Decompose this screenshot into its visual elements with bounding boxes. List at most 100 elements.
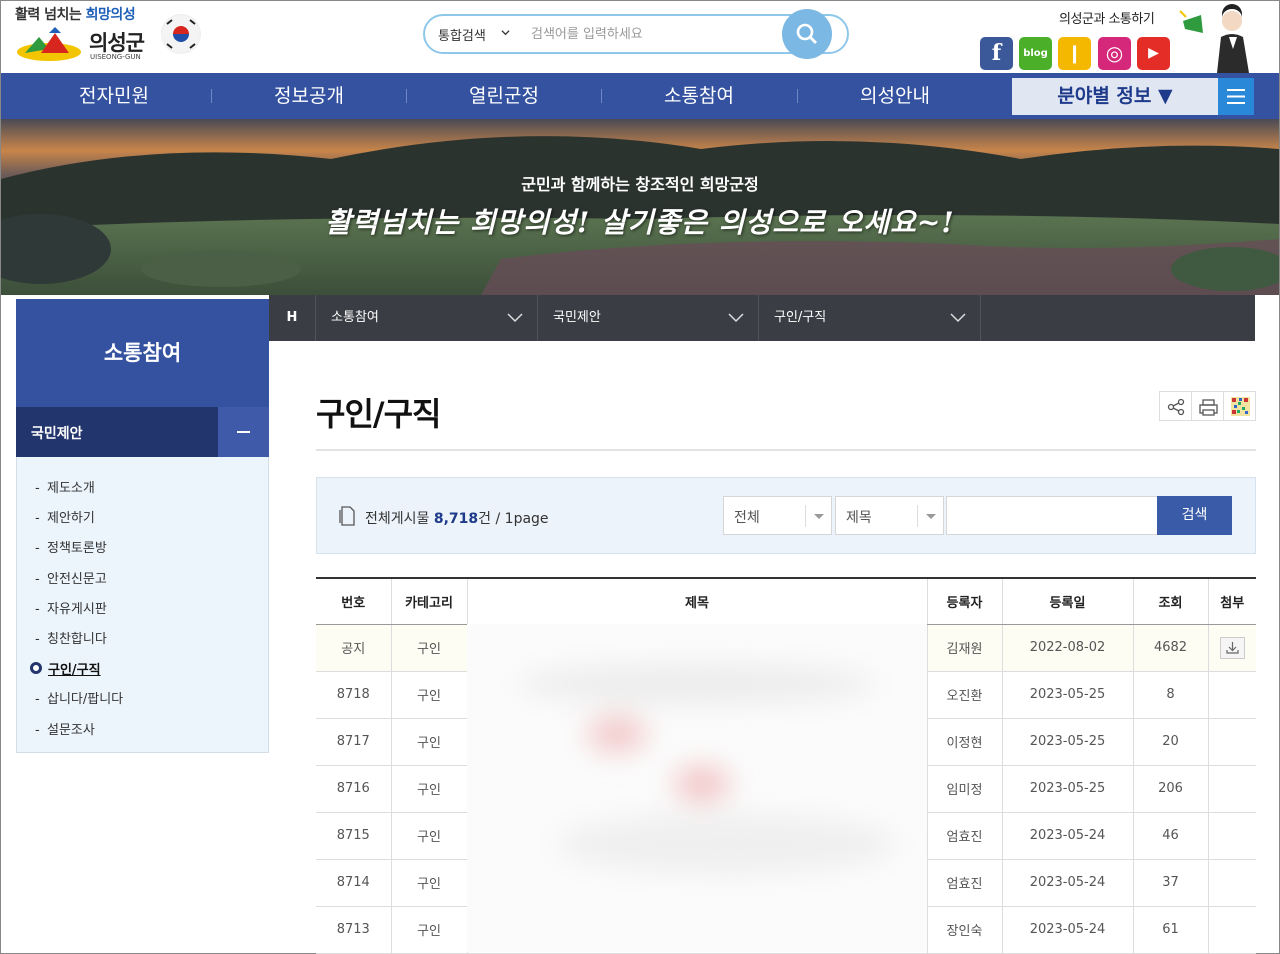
chevron-down-icon — [501, 30, 510, 36]
board-search-box: 전체게시물 8,718건 / 1page 전체 제목 검색 — [316, 477, 1256, 554]
lnb-section-toggle[interactable]: 국민제안 — [16, 407, 269, 457]
cell-number: 8718 — [316, 671, 391, 719]
search-button[interactable] — [782, 9, 832, 59]
main-navigation: 전자민원 정보공개 열린군정 소통참여 의성안내 분야별 정보 ▼ — [1, 73, 1279, 119]
gnb-open-administration[interactable]: 열린군정 — [406, 73, 602, 119]
cell-number: 8715 — [316, 812, 391, 860]
cell-category: 구인 — [390, 624, 467, 672]
site-header: 활력 넘치는 희망의성 의성군 UISEONG-GUN 통합검색 의성군과 소통… — [1, 1, 1279, 73]
column-date: 등록일 — [1001, 577, 1133, 625]
cell-category: 구인 — [390, 671, 467, 719]
location-depth1-select[interactable]: 소통참여 — [316, 295, 538, 341]
lnb-item-job-board[interactable]: 구인/구직 — [48, 659, 101, 678]
lnb-item-buy-sell[interactable]: - 삽니다/팝니다 — [35, 688, 123, 707]
cell-date: 2023-05-25 — [1001, 671, 1133, 719]
lnb-item-make-proposal[interactable]: - 제안하기 — [35, 507, 95, 526]
hamburger-icon — [1227, 89, 1245, 104]
total-label: 전체게시물 — [365, 511, 430, 527]
print-button[interactable] — [1191, 391, 1224, 421]
qr-code-button[interactable] — [1223, 391, 1256, 421]
dropdown-arrow-icon — [917, 505, 943, 527]
gnb-electronic-petition[interactable]: 전자민원 — [16, 73, 212, 119]
cell-date: 2023-05-24 — [1001, 812, 1133, 860]
site-logo[interactable]: 의성군 UISEONG-GUN — [15, 25, 155, 65]
cell-category: 구인 — [390, 906, 467, 954]
total-posts: 전체게시물 8,718건 / 1page — [365, 508, 549, 528]
location-depth3-label: 구인/구직 — [774, 310, 827, 325]
location-depth2-select[interactable]: 국민제안 — [538, 295, 759, 341]
blog-icon[interactable]: blog — [1019, 37, 1052, 70]
lnb-item-survey[interactable]: - 설문조사 — [35, 719, 95, 738]
cell-views: 20 — [1132, 718, 1208, 766]
cell-category: 구인 — [390, 812, 467, 860]
download-icon[interactable] — [1219, 636, 1245, 659]
cell-attachment — [1207, 906, 1256, 954]
youtube-icon[interactable]: ▶ — [1137, 37, 1170, 70]
column-number: 번호 — [316, 577, 391, 625]
cell-author: 임미정 — [926, 765, 1002, 813]
cell-date: 2023-05-24 — [1001, 906, 1133, 954]
share-icon — [1167, 398, 1185, 416]
scope-select-value: 전체 — [734, 510, 760, 526]
share-button[interactable] — [1159, 391, 1192, 421]
search-icon — [796, 23, 817, 44]
board-search-button[interactable]: 검색 — [1157, 496, 1232, 535]
logo-mark-icon — [17, 27, 81, 61]
kakaostory-icon[interactable]: ❙ — [1058, 37, 1091, 70]
active-bullet-icon — [30, 662, 42, 674]
hamburger-menu-button[interactable] — [1218, 78, 1254, 115]
banner-title: 활력넘치는 희망의성! 살기좋은 의성으로 오세요~! — [325, 206, 955, 239]
cell-views: 8 — [1132, 671, 1208, 719]
column-attachment: 첨부 — [1207, 577, 1256, 625]
scope-select[interactable]: 전체 — [723, 496, 832, 535]
lnb-item-system-intro[interactable]: - 제도소개 — [35, 477, 95, 496]
field-select[interactable]: 제목 — [835, 496, 944, 535]
cell-number: 8717 — [316, 718, 391, 766]
cell-attachment — [1207, 671, 1256, 719]
search-category-select[interactable]: 통합검색 — [438, 25, 486, 44]
integrated-search: 통합검색 — [423, 9, 849, 59]
cell-date: 2023-05-25 — [1001, 718, 1133, 766]
cell-attachment — [1207, 859, 1256, 907]
cell-attachment — [1207, 718, 1256, 766]
lnb-title: 소통참여 — [16, 299, 269, 407]
board-search-input[interactable] — [946, 496, 1158, 535]
communicate-label: 의성군과 소통하기 — [1059, 12, 1155, 27]
title-divider — [316, 449, 1256, 451]
instagram-icon[interactable]: ◎ — [1098, 37, 1131, 70]
lnb-section-label: 국민제안 — [31, 426, 83, 442]
home-link[interactable]: H — [269, 295, 316, 341]
gnb-uiseong-guide[interactable]: 의성안내 — [797, 73, 993, 119]
cell-category: 구인 — [390, 859, 467, 907]
chevron-down-icon — [507, 313, 523, 323]
location-bar: H 소통참여 국민제안 구인/구직 — [269, 295, 1255, 341]
page-info: / 1page — [495, 511, 549, 527]
cell-number: 공지 — [316, 624, 391, 672]
search-input[interactable] — [531, 24, 771, 44]
gnb-information-disclosure[interactable]: 정보공개 — [211, 73, 407, 119]
triangle-down-icon: ▼ — [1158, 85, 1173, 107]
logo-english: UISEONG-GUN — [90, 53, 141, 61]
cell-views: 37 — [1132, 859, 1208, 907]
gnb-participation[interactable]: 소통참여 — [601, 73, 797, 119]
lnb-item-praise[interactable]: - 칭찬합니다 — [35, 628, 107, 647]
lnb-item-policy-debate[interactable]: - 정책토론방 — [35, 537, 107, 556]
column-author: 등록자 — [926, 577, 1002, 625]
cell-author: 엄효진 — [926, 812, 1002, 860]
cell-author: 이정현 — [926, 718, 1002, 766]
field-info-button[interactable]: 분야별 정보 ▼ — [1012, 78, 1218, 115]
banner-subtitle: 군민과 함께하는 창조적인 희망군정 — [521, 175, 759, 194]
cell-date: 2022-08-02 — [1001, 624, 1133, 672]
lnb-item-safety-report[interactable]: - 안전신문고 — [35, 568, 107, 587]
location-depth3-select[interactable]: 구인/구직 — [759, 295, 981, 341]
column-views: 조회 — [1132, 577, 1208, 625]
cell-author: 엄효진 — [926, 859, 1002, 907]
facebook-icon[interactable]: f — [980, 37, 1013, 70]
main-banner: 군민과 함께하는 창조적인 희망군정 활력넘치는 희망의성! 살기좋은 의성으로… — [1, 119, 1279, 295]
cell-attachment — [1207, 812, 1256, 860]
qr-code-icon — [1231, 397, 1250, 416]
collapse-minus-icon[interactable] — [218, 407, 269, 457]
document-icon — [339, 506, 355, 526]
lnb-item-free-board[interactable]: - 자유게시판 — [35, 598, 107, 617]
table-header-row: 번호 카테고리 제목 등록자 등록일 조회 첨부 — [316, 577, 1256, 625]
